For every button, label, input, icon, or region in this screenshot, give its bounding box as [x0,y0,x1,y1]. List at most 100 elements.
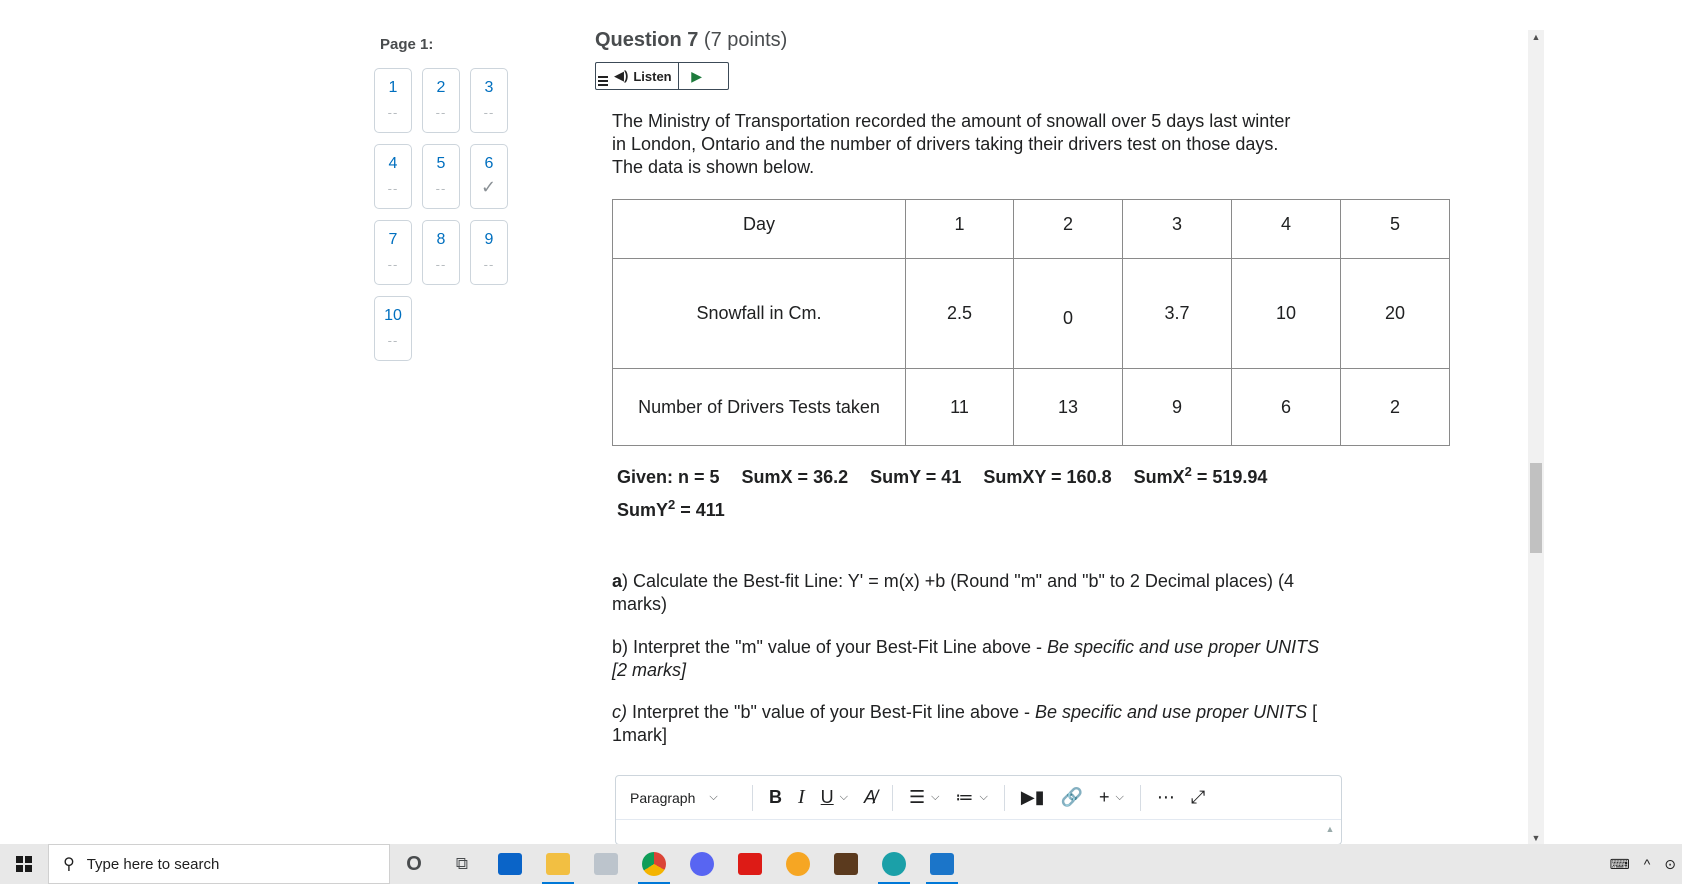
windows-logo-icon [16,856,32,872]
given-sumxy: SumXY = 160.8 [983,467,1112,487]
question-nav-8[interactable]: 8 -- [422,220,460,285]
brave-icon [786,852,810,876]
insert-link-button[interactable]: 🔗 [1061,783,1083,813]
mail-app[interactable] [486,844,534,884]
question-number: 9 [484,231,494,248]
table-cell: 1 [905,199,1014,259]
taskbar-search[interactable]: ⚲ Type here to search [48,844,390,884]
question-nav-10[interactable]: 10 -- [374,296,412,361]
image-icon [930,853,954,875]
table-cell: 20 [1340,258,1450,369]
scroll-up-icon[interactable]: ▲ [1528,32,1544,42]
bold-button[interactable]: B [769,783,782,813]
play-button[interactable]: ▶ [679,63,715,89]
given-values: Given: n = 5 SumX = 36.2 SumY = 41 SumXY = … [617,458,1267,524]
question-nav-4[interactable]: 4 -- [374,144,412,209]
question-points: (7 points) [703,29,788,51]
text-style-button[interactable]: A̸ [864,783,876,813]
search-placeholder: Type here to search [86,855,220,873]
discord-icon [690,852,714,876]
question-number: 2 [436,79,446,96]
question-number: 10 [384,307,402,324]
page-label: Page 1: [380,36,434,53]
insert-more-button[interactable]: + ⌵ [1099,783,1124,813]
photos-app[interactable] [582,844,630,884]
list-button[interactable]: ≔ ⌵ [956,783,988,813]
editor-toolbar: Paragraph ⌵ B I U ⌵ A̸ ☰ ⌵ ≔ ⌵ ▶▮ 🔗 + ⌵ ⋯ ⤢ [616,776,1341,820]
given-line-2: SumY2 = 411 [617,491,1267,524]
angular-app[interactable] [726,844,774,884]
answer-text-area[interactable] [616,821,1341,844]
photos-icon [594,853,618,875]
table-cell: 11 [905,368,1014,446]
question-nav-5[interactable]: 5 -- [422,144,460,209]
given-sumy2: SumY2 = 411 [617,497,725,520]
page-scrollbar[interactable]: ▲ ▼ [1528,30,1544,845]
plus-icon: + [1099,787,1110,807]
mail-icon [498,853,522,875]
question-nav-2[interactable]: 2 -- [422,68,460,133]
cortana-button[interactable]: O [390,844,438,884]
table-cell: Number of Drivers Tests taken [612,368,906,446]
link-icon: 🔗 [1060,787,1084,807]
ellipsis-icon: ⋯ [1156,787,1175,807]
bullet-list-icon: ≔ [955,787,974,807]
listen-button[interactable]: ◀) Listen [610,63,679,89]
scroll-down-icon[interactable]: ▼ [1528,833,1544,843]
table-row: Snowfall in Cm. 2.5 0 3.7 10 20 [612,258,1450,369]
given-sumy: SumY = 41 [870,467,962,487]
given-line-1: Given: n = 5 SumX = 36.2 SumY = 41 SumXY = … [617,458,1267,491]
question-number: 3 [484,79,494,96]
speaker-icon: ◀) [614,68,629,83]
toolbar-divider [1139,784,1141,811]
question-nav-6[interactable]: 6 ✓ [470,144,508,209]
question-status: -- [387,181,399,196]
question-status: -- [435,181,447,196]
chevron-up-icon[interactable]: ^ [1644,856,1651,872]
question-heading: Question 7 [595,29,699,51]
minecraft-app[interactable] [822,844,870,884]
question-nav-1[interactable]: 1 -- [374,68,412,133]
paragraph-format-label: Paragraph [630,789,696,806]
question-status: -- [483,105,495,120]
question-number: 8 [436,231,446,248]
table-cell: 13 [1013,368,1123,446]
underline-icon: U [820,787,834,807]
question-nav-9[interactable]: 9 -- [470,220,508,285]
question-nav-7[interactable]: 7 -- [374,220,412,285]
question-status: -- [387,105,399,120]
question-nav-3[interactable]: 3 -- [470,68,508,133]
paragraph-format-select[interactable]: Paragraph ⌵ [630,783,736,813]
insert-stuff-button[interactable]: ▶▮ [1021,783,1045,813]
given-sumx2: SumX2 = 519.94 [1133,464,1268,487]
task-view-button[interactable]: ⧉ [438,844,486,884]
editor-scroll-up-icon[interactable]: ▲ [1325,824,1335,844]
chevron-down-icon: ⌵ [839,791,849,803]
language-icon[interactable]: ⊙ [1664,856,1676,873]
image-viewer-app[interactable] [918,844,966,884]
fullscreen-button[interactable]: ⤢ [1191,783,1205,813]
question-status: -- [435,257,447,272]
edge-icon [882,852,906,876]
table-cell: 2.5 [905,258,1014,369]
align-button[interactable]: ☰ ⌵ [909,783,939,813]
more-actions-button[interactable]: ⋯ [1157,783,1175,813]
chrome-app[interactable] [630,844,678,884]
discord-app[interactable] [678,844,726,884]
task-view-icon: ⧉ [455,854,469,873]
edge-app[interactable] [870,844,918,884]
brave-app[interactable] [774,844,822,884]
underline-button[interactable]: U ⌵ [821,783,848,813]
file-explorer-app[interactable] [534,844,582,884]
italic-button[interactable]: I [798,783,805,813]
scrollbar-thumb[interactable] [1530,463,1542,553]
table-row: Number of Drivers Tests taken 11 13 9 6 … [612,368,1450,446]
keyboard-icon[interactable]: ⌨ [1609,856,1629,873]
table-cell: Day [612,199,906,259]
checkmark-icon: ✓ [480,177,498,197]
start-button[interactable] [0,844,48,884]
insert-media-icon: ▶▮ [1020,787,1045,807]
table-cell: 4 [1231,199,1341,259]
table-cell: 6 [1231,368,1341,446]
document-icon[interactable] [596,63,610,89]
